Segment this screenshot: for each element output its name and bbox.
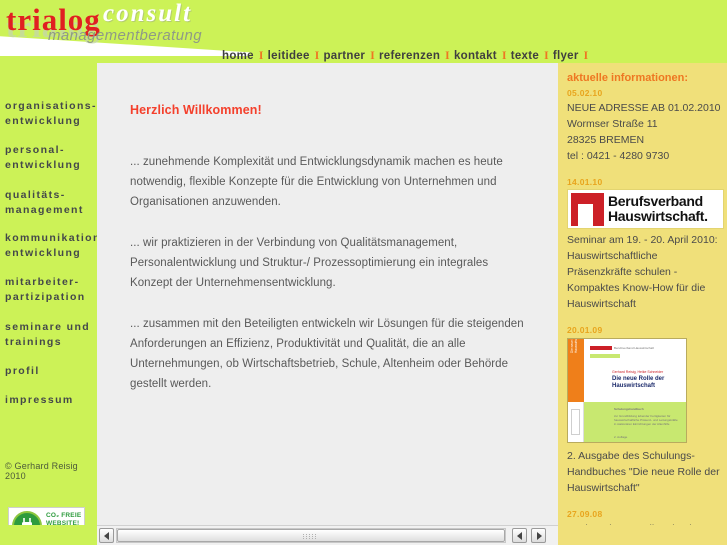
sidebar-item-personal[interactable]: personal- entwicklung [5,143,97,173]
book-spine-text: Die neue Rolle der Hauswirtschaft [570,338,578,353]
news-date: 14.01.10 [567,177,603,187]
content-paragraphs: ... zunehmende Komplexität und Entwicklu… [130,152,528,394]
copyright-text: © Gerhard Reisig 2010 [5,461,78,481]
sidebar-item-kommunikations[interactable]: kommunikations- entwicklung [5,231,97,261]
news-item: 14.01.10 Berufsverband Hauswirtschaft. Semi… [567,177,724,312]
news-date: 27.09.08 [567,509,603,519]
news-text-line: NEUE ADRESSE AB 01.02.2010 [567,102,721,114]
content-paragraph: ... wir praktizieren in der Verbindung v… [130,237,489,289]
book-publisher-mark [590,346,612,350]
sidebar-item-profil[interactable]: profil [5,364,97,379]
chevron-left-icon [104,532,109,540]
main-content-inner: Herzlich Willkommen! ... zunehmende Komp… [97,63,558,425]
chevron-right-icon [537,532,542,540]
nav-item-partner[interactable]: partner [323,50,365,62]
news-date: 05.02.10 [567,88,603,98]
scroll-right-button[interactable] [531,528,546,543]
news-date: 20.01.09 [567,325,603,335]
news-sidebar: aktuelle informationen: 05.02.10 NEUE ADR… [558,63,727,545]
main-content-panel: Herzlich Willkommen! ... zunehmende Komp… [97,63,558,525]
book-authors: Gerhard Reisig, Heike Schneider [612,370,664,374]
scroll-left-button[interactable] [99,528,114,543]
page-title: Herzlich Willkommen! [130,103,262,117]
nav-separator: I [544,50,549,62]
nav-item-home[interactable]: home [222,50,254,62]
book-edition: 2. Auflage [614,435,628,439]
nav-separator: I [583,50,589,62]
site-header: trialog consult trialog managementberatu… [0,0,727,63]
book-accent-bar [590,354,620,358]
nav-item-kontakt[interactable]: kontakt [454,50,497,62]
scroll-left-button-secondary[interactable] [512,528,527,543]
house-mark-cutout [578,204,593,226]
book-blurb: zur Grundbildung lebender Fertigkeiten f… [614,414,678,426]
book-spine-box [571,409,580,435]
news-heading: aktuelle informationen: [567,72,689,84]
berufsverband-line1: Berufsverband [608,193,703,209]
sidebar-item-impressum[interactable]: impressum [5,393,97,408]
nav-separator: I [258,50,264,62]
nav-item-referenzen[interactable]: referenzen [379,50,440,62]
nav-separator: I [314,50,320,62]
left-sidebar: organisations- entwicklung personal- entw… [0,63,97,545]
nav-separator: I [370,50,375,62]
nav-item-flyer[interactable]: flyer [553,50,579,62]
berufsverband-line2: Hauswirtschaft. [608,208,708,224]
chevron-left-icon-2 [517,532,522,540]
primary-navigation: home Ileitidee Ipartner Ireferenzen Ikontakt… [222,50,592,62]
strato-co2-line1: CO₂ FREIE [46,512,82,519]
sidebar-item-mitarbeiter[interactable]: mitarbeiter- partizipation [5,275,97,305]
book-subtitle: Schulungshandbuch [614,407,644,411]
logo-consult-text: consult [103,0,193,27]
page-root: trialog consult trialog managementberatu… [0,0,727,545]
nav-item-texte[interactable]: texte [511,50,539,62]
scrollbar-right-gutter [558,525,727,545]
book-publisher-text: Berufsverband Hauswirtschaft [614,346,655,350]
book-title: Die neue Rolle der Hauswirtschaft [612,376,665,389]
sidebar-item-organisations[interactable]: organisations- entwicklung [5,99,97,129]
sidebar-item-seminareund[interactable]: seminare und trainings [5,320,97,350]
content-paragraph: ... zunehmende Komplexität und Entwicklu… [130,156,503,208]
berufsverband-logo[interactable]: Berufsverband Hauswirtschaft. [567,189,724,229]
book-cover-thumbnail[interactable]: Die neue Rolle der Hauswirtschaft Berufsv… [567,338,687,443]
scrollbar-left-gutter [0,525,97,545]
news-item: 05.02.10 NEUE ADRESSE AB 01.02.2010 Wormse… [567,88,721,164]
horizontal-scrollbar[interactable] [97,525,558,545]
news-text-line: 28325 BREMEN [567,134,645,146]
nav-item-leitidee[interactable]: leitidee [268,50,310,62]
news-text-line: tel : 0421 - 4280 9730 [567,150,670,162]
scrollbar-grip-icon [303,534,319,540]
sidebar-item-qualitäts[interactable]: qualitäts- management [5,188,97,218]
scrollbar-track[interactable] [116,528,506,543]
nav-separator: I [445,50,450,62]
news-text-line: Wormser Straße 11 [567,118,658,130]
news-text-line: Seminar am 19. - 20. April 2010: Hauswir… [567,234,718,310]
news-item: 20.01.09 Die neue Rolle der Hauswirtschaf… [567,325,721,496]
scrollbar-thumb[interactable] [117,529,505,542]
logo-tagline: managementberatung [48,27,202,44]
news-list: 05.02.10 NEUE ADRESSE AB 01.02.2010 Wormse… [567,88,724,545]
nav-separator: I [501,50,507,62]
news-text-line: 2. Ausgabe des Schulungs-Handbuches "Die… [567,450,720,494]
content-paragraph: ... zusammen mit den Beteiligten entwick… [130,318,524,390]
